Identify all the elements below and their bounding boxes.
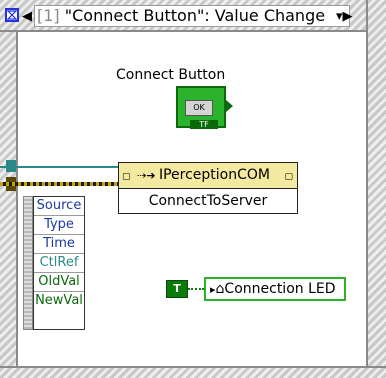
boolean-wire[interactable] [188, 288, 204, 290]
output-arrow-icon [226, 100, 233, 112]
invoke-arrow-icon: ⇢➔ [137, 169, 159, 182]
reference-out-icon: ▢ [284, 172, 293, 182]
boolean-type-tag: TF [190, 120, 218, 129]
event-data-node-handle[interactable] [23, 196, 33, 330]
invoke-class-name: IPerceptionCOM [158, 167, 270, 183]
connection-led-local-variable[interactable]: ▸⌂Connection LED [204, 277, 346, 301]
timeout-hourglass-icon[interactable] [5, 8, 19, 22]
invoke-method-name[interactable]: ConnectToServer [119, 189, 297, 213]
connect-button-caption: Connect Button [116, 67, 226, 83]
event-data-time[interactable]: Time [34, 235, 84, 254]
event-data-node[interactable]: Source Type Time CtlRef OldVal NewVal [33, 196, 85, 330]
event-structure-frame-bottom [0, 366, 386, 378]
prev-case-arrow-icon[interactable]: ◀ [22, 9, 32, 24]
reference-in-icon: ▢ [122, 172, 131, 182]
event-case-index: [1] [37, 6, 60, 25]
next-case-arrow-icon[interactable]: ▾▶ [336, 9, 353, 24]
connection-led-label: Connection LED [224, 281, 336, 297]
event-data-ctlref[interactable]: CtlRef [34, 254, 84, 273]
invoke-node[interactable]: ▢ ⇢➔ IPerceptionCOM ▢ ConnectToServer [118, 162, 298, 214]
connect-button-ok[interactable]: OK [185, 100, 213, 116]
event-data-newval[interactable]: NewVal [34, 292, 84, 311]
error-wire[interactable] [0, 182, 118, 186]
event-data-source[interactable]: Source [34, 197, 84, 216]
true-constant[interactable]: T [166, 280, 188, 298]
refnum-wire[interactable] [0, 166, 118, 168]
event-data-oldval[interactable]: OldVal [34, 273, 84, 292]
event-structure-frame-right [366, 0, 386, 378]
event-case-selector[interactable]: [1] "Connect Button": Value Change [34, 5, 350, 27]
event-case-label: "Connect Button": Value Change [59, 6, 326, 25]
event-data-type[interactable]: Type [34, 216, 84, 235]
invoke-node-header: ▢ ⇢➔ IPerceptionCOM ▢ [119, 163, 297, 189]
